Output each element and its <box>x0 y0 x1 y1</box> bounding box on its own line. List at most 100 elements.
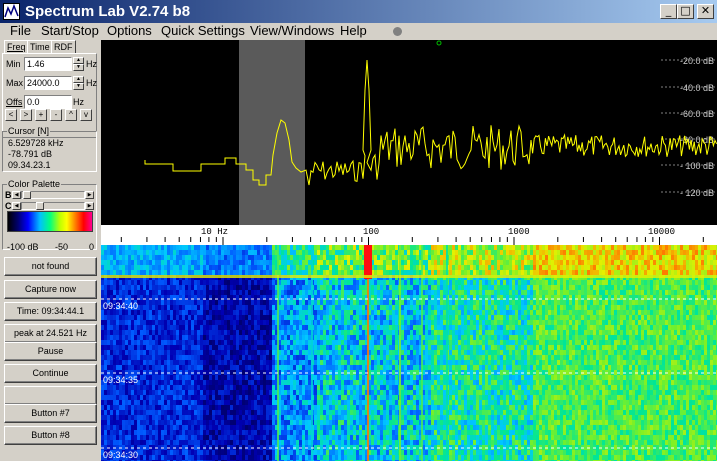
waterfall-cell <box>464 245 467 250</box>
waterfall-cell <box>104 360 107 365</box>
waterfall-cell <box>149 305 152 310</box>
pause-button[interactable]: Pause <box>4 342 97 361</box>
waterfall-cell <box>392 300 395 305</box>
scroll-left-button[interactable]: < <box>5 109 17 121</box>
waterfall-cell <box>545 280 548 285</box>
menu-options[interactable]: Options <box>107 23 152 38</box>
max-frequency-field[interactable]: 24000.0 <box>24 76 72 90</box>
max-frequency-stepper[interactable]: ▲ ▼ <box>73 76 84 90</box>
waterfall-cell <box>404 270 407 275</box>
shift-down-button[interactable]: v <box>80 109 92 121</box>
shift-up-button[interactable]: ^ <box>65 109 77 121</box>
app-icon[interactable] <box>3 3 20 20</box>
waterfall-cell <box>239 270 242 275</box>
button-8[interactable]: Button #8 <box>4 426 97 445</box>
waterfall-cell <box>221 290 224 295</box>
brightness-right-arrow-icon[interactable]: ▶ <box>85 191 94 199</box>
tab-rdf[interactable]: RDF <box>51 40 76 54</box>
min-frequency-field[interactable]: 1.46 <box>24 57 72 71</box>
waterfall-cell <box>578 340 581 345</box>
menu-view-windows[interactable]: View/Windows <box>250 23 334 38</box>
waterfall-cell <box>449 285 452 290</box>
waterfall-cell <box>335 280 338 285</box>
waterfall-cell <box>560 260 563 265</box>
continue-button[interactable]: Continue <box>4 364 97 383</box>
button-7[interactable]: Button #7 <box>4 404 97 423</box>
menu-quick-settings[interactable]: Quick Settings <box>161 23 245 38</box>
waterfall-cell <box>125 340 128 345</box>
waterfall-cell <box>338 255 341 260</box>
waterfall-cell <box>410 330 413 335</box>
waterfall-cell <box>296 325 299 330</box>
contrast-left-arrow-icon[interactable]: ◀ <box>12 202 21 210</box>
tab-freq[interactable]: Freq <box>4 40 29 54</box>
contrast-slider-thumb[interactable] <box>36 202 44 210</box>
waterfall-cell <box>206 350 209 355</box>
waterfall-cell <box>341 340 344 345</box>
waterfall-cell <box>494 345 497 350</box>
waterfall-cell <box>425 355 428 360</box>
maximize-button[interactable]: □ <box>677 4 694 19</box>
waterfall-cell <box>290 360 293 365</box>
color-palette-bar[interactable] <box>7 211 93 232</box>
waterfall-cell <box>239 265 242 270</box>
waterfall-cell <box>209 310 212 315</box>
waterfall-cell <box>542 280 545 285</box>
menu-file[interactable]: File <box>10 23 31 38</box>
menu-help[interactable]: Help <box>340 23 367 38</box>
frequency-axis[interactable]: 10 Hz 100 1000 10000 <box>101 225 717 245</box>
waterfall-cell <box>518 290 521 295</box>
close-button[interactable]: ✕ <box>697 4 714 19</box>
zoom-out-button[interactable]: - <box>50 109 62 121</box>
waterfall-cell <box>470 290 473 295</box>
status-not-found-button[interactable]: not found <box>4 257 97 276</box>
waterfall-cell <box>125 335 128 340</box>
waterfall-cell <box>230 360 233 365</box>
minimize-button[interactable]: _ <box>660 4 677 19</box>
waterfall-cell <box>257 355 260 360</box>
selected-frequency-band[interactable] <box>239 40 305 225</box>
waterfall-cell <box>188 255 191 260</box>
contrast-slider[interactable] <box>21 202 85 210</box>
min-label: Min <box>6 59 21 69</box>
capture-now-button[interactable]: Capture now <box>4 280 97 299</box>
time-display-button[interactable]: Time: 09:34:44.1 <box>4 302 97 321</box>
waterfall-cell <box>668 335 671 340</box>
waterfall-cell <box>119 245 122 250</box>
peak-display-button[interactable]: peak at 24.521 Hz <box>4 324 97 343</box>
waterfall-cell <box>521 280 524 285</box>
zoom-in-button[interactable]: + <box>35 109 47 121</box>
waterfall-cell <box>110 250 113 255</box>
brightness-slider-thumb[interactable] <box>23 191 31 199</box>
waterfall-cell <box>380 245 383 250</box>
waterfall-cell <box>212 300 215 305</box>
waterfall-cell <box>377 360 380 365</box>
brightness-left-arrow-icon[interactable]: ◀ <box>12 191 21 199</box>
waterfall-cell <box>203 325 206 330</box>
waterfall-cell <box>425 325 428 330</box>
waterfall-cell <box>620 255 623 260</box>
waterfall-cell <box>164 245 167 250</box>
waterfall-display[interactable]: 09:34:40 09:34:35 09:34:30 <box>101 245 717 461</box>
waterfall-cell <box>668 270 671 275</box>
waterfall-cell <box>305 245 308 250</box>
waterfall-cell <box>350 325 353 330</box>
menu-start-stop[interactable]: Start/Stop <box>41 23 99 38</box>
waterfall-cell <box>332 290 335 295</box>
tab-time[interactable]: Time <box>27 40 53 54</box>
waterfall-cell <box>575 265 578 270</box>
offset-field[interactable]: 0.0 <box>24 95 72 109</box>
waterfall-cell <box>191 285 194 290</box>
waterfall-cell <box>272 270 275 275</box>
waterfall-cell <box>509 335 512 340</box>
waterfall-cell <box>416 310 419 315</box>
title-bar[interactable]: Spectrum Lab V2.74 b8 _ □ ✕ <box>0 0 717 23</box>
waterfall-cell <box>296 340 299 345</box>
blank-button[interactable] <box>4 386 97 405</box>
spectrum-graph[interactable]: -20.0 dB -40.0 dB -60.0 dB -80.0 dB - 100 dB… <box>101 40 717 225</box>
contrast-right-arrow-icon[interactable]: ▶ <box>85 202 94 210</box>
waterfall-cell <box>506 265 509 270</box>
waterfall-cell <box>383 335 386 340</box>
min-frequency-stepper[interactable]: ▲ ▼ <box>73 57 84 71</box>
scroll-right-button[interactable]: > <box>20 109 32 121</box>
